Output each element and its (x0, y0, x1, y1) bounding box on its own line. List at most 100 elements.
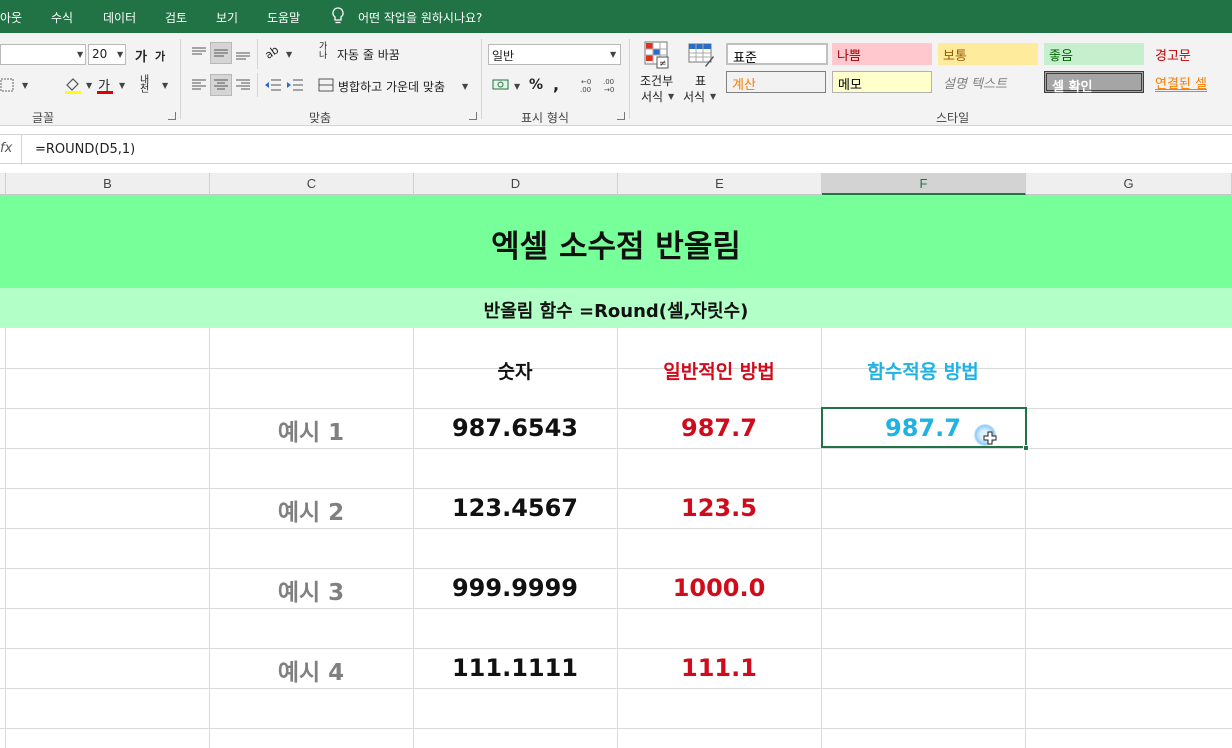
column-header-f[interactable]: F (822, 173, 1026, 195)
number-format-box[interactable]: 일반 (488, 44, 621, 65)
merge-dropdown-icon[interactable]: ▼ (462, 82, 468, 91)
style-calculation[interactable]: 계산 (726, 71, 826, 93)
orientation-dropdown-icon[interactable]: ▼ (286, 50, 292, 59)
style-linked-cell[interactable]: 연결된 셀 (1150, 71, 1232, 93)
phonetic-dropdown-icon[interactable]: ▼ (162, 81, 168, 90)
menu-data[interactable]: 데이터 (103, 9, 136, 26)
font-size-dropdown-icon[interactable]: ▼ (117, 50, 123, 59)
orientation-button[interactable]: ab (263, 43, 282, 62)
decrease-decimal-icon[interactable]: .00→0 (601, 76, 619, 94)
style-explanatory[interactable]: 설명 텍스트 (938, 71, 1038, 93)
style-normal[interactable]: 표준 (726, 43, 828, 66)
sheet-title[interactable]: 엑셀 소수점 반올림 (0, 221, 1232, 266)
font-color-bar (97, 91, 113, 94)
number-dialog-launcher[interactable] (617, 112, 625, 120)
number-cell[interactable]: 111.1111 (413, 654, 617, 682)
example-label[interactable]: 예시 4 (209, 653, 413, 687)
tell-me-search[interactable]: 어떤 작업을 원하시나요? (358, 9, 482, 26)
gridline (0, 568, 1232, 569)
border-dropdown-icon[interactable]: ▼ (22, 81, 28, 90)
align-dialog-launcher[interactable] (469, 112, 477, 120)
number-cell[interactable]: 999.9999 (413, 574, 617, 602)
shrink-font-button[interactable]: 가 (155, 48, 165, 64)
comma-button[interactable]: , (553, 75, 559, 94)
menu-review[interactable]: 검토 (165, 9, 187, 26)
formula-input[interactable]: =ROUND(D5,1) (35, 142, 135, 157)
example-label[interactable]: 예시 2 (209, 493, 413, 527)
conditional-format-label: 서식 (641, 90, 664, 104)
align-left-icon[interactable] (190, 77, 208, 93)
column-header-d[interactable]: D (414, 173, 618, 195)
gridline (0, 528, 1232, 529)
fill-handle[interactable] (1023, 445, 1029, 451)
column-header-g[interactable]: G (1026, 173, 1232, 195)
conditional-format-button[interactable]: 조건부 (640, 72, 673, 89)
example-label[interactable]: 예시 1 (209, 413, 413, 447)
cell-cursor-icon (983, 431, 997, 445)
currency-icon[interactable] (492, 77, 512, 93)
percent-button[interactable]: % (529, 77, 543, 93)
grow-font-button[interactable]: 가 (135, 46, 147, 65)
gridline (821, 328, 822, 748)
menu-help[interactable]: 도움말 (267, 9, 300, 26)
menu-formulas[interactable]: 수식 (51, 9, 73, 26)
font-name-dropdown-icon[interactable]: ▼ (77, 50, 83, 59)
number-cell[interactable]: 123.4567 (413, 494, 617, 522)
fill-color-icon[interactable] (63, 76, 83, 94)
merge-center-button[interactable]: 병합하고 가운데 맞춤 (338, 78, 445, 95)
align-top-icon[interactable] (190, 45, 208, 61)
sheet-subtitle[interactable]: 반올림 함수 =Round(셀,자릿수) (0, 297, 1232, 323)
gridline (0, 688, 1232, 689)
font-name-box[interactable] (0, 44, 86, 65)
group-label-font: 글꼴 (32, 111, 55, 125)
style-check-cell[interactable]: 셀 확인 (1044, 71, 1144, 95)
align-bottom-icon[interactable] (234, 45, 252, 61)
increase-indent-icon[interactable] (286, 77, 304, 93)
conditional-format-dropdown-icon[interactable]: ▼ (668, 92, 674, 101)
normal-result-cell[interactable]: 111.1 (617, 654, 821, 682)
gridline (0, 648, 1232, 649)
menu-layout[interactable]: 아웃 (0, 9, 22, 26)
format-table-dropdown-icon[interactable]: ▼ (710, 92, 716, 101)
gridline (0, 608, 1232, 609)
style-bad[interactable]: 나쁨 (832, 43, 932, 65)
column-header-b[interactable]: B (6, 173, 210, 195)
number-format-dropdown-icon[interactable]: ▼ (610, 50, 616, 59)
subtitle-band: 반올림 함수 =Round(셀,자릿수) (0, 288, 1232, 328)
menu-view[interactable]: 보기 (216, 9, 238, 26)
style-note[interactable]: 메모 (832, 71, 932, 93)
increase-decimal-icon[interactable]: ←0.00 (578, 76, 596, 94)
wrap-text-icon: 가나 (319, 42, 328, 61)
style-neutral[interactable]: 보통 (938, 43, 1038, 65)
gridline (0, 488, 1232, 489)
phonetic-button[interactable]: 내천 (140, 76, 154, 95)
align-right-icon[interactable] (234, 77, 252, 93)
header-normal-method[interactable]: 일반적인 방법 (617, 357, 821, 384)
header-number[interactable]: 숫자 (413, 357, 617, 384)
format-table-button[interactable]: 표 (695, 72, 706, 89)
font-dialog-launcher[interactable] (168, 112, 176, 120)
function-icon[interactable]: fx (0, 141, 12, 156)
style-warning[interactable]: 경고문 (1150, 43, 1232, 65)
normal-result-cell[interactable]: 987.7 (617, 414, 821, 442)
currency-dropdown-icon[interactable]: ▼ (514, 82, 520, 91)
fill-color-dropdown-icon[interactable]: ▼ (86, 81, 92, 90)
border-icon[interactable] (0, 77, 14, 93)
wrap-text-button[interactable]: 자동 줄 바꿈 (337, 46, 400, 63)
normal-result-cell[interactable]: 123.5 (617, 494, 821, 522)
group-label-align: 맞춤 (309, 111, 332, 125)
style-good[interactable]: 좋음 (1044, 43, 1144, 65)
decrease-indent-icon[interactable] (264, 77, 282, 93)
worksheet[interactable]: 엑셀 소수점 반올림 반올림 함수 =Round(셀,자릿수) 숫자 일반적인 … (0, 195, 1232, 748)
svg-text:←0: ←0 (581, 78, 591, 86)
normal-result-cell[interactable]: 1000.0 (617, 574, 821, 602)
column-header-e[interactable]: E (618, 173, 822, 195)
svg-text:.00: .00 (603, 78, 614, 86)
example-label[interactable]: 예시 3 (209, 573, 413, 607)
column-header-c[interactable]: C (210, 173, 414, 195)
lightbulb-icon (332, 7, 344, 24)
number-cell[interactable]: 987.6543 (413, 414, 617, 442)
ribbon: ▼ 20 ▼ 가 가 ▼ ▼ 가 ▼ 내천 ▼ 글꼴 ab ▼ 가나 자동 줄 … (0, 33, 1232, 126)
header-function-method[interactable]: 함수적용 방법 (821, 357, 1025, 384)
font-color-dropdown-icon[interactable]: ▼ (119, 81, 125, 90)
